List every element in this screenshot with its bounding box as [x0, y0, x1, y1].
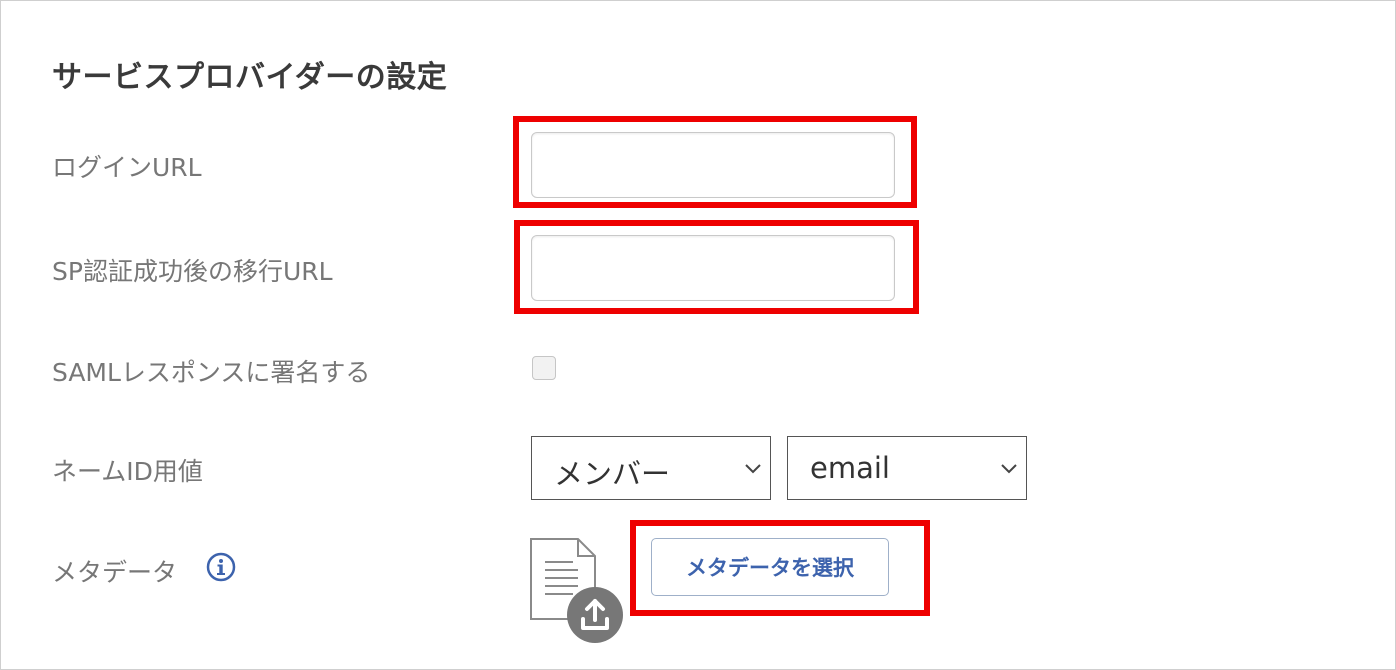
name-id-source-value: メンバー [554, 457, 671, 491]
login-url-input[interactable] [531, 132, 895, 198]
metadata-label: メタデータ [52, 558, 178, 587]
select-metadata-button[interactable]: メタデータを選択 [651, 538, 889, 596]
info-icon[interactable] [206, 552, 236, 582]
chevron-down-icon [745, 464, 761, 474]
sign-saml-checkbox[interactable] [532, 356, 556, 380]
sp-redirect-url-input[interactable] [531, 235, 895, 301]
name-id-label: ネームID用値 [52, 457, 203, 486]
sp-redirect-url-label: SP認証成功後の移行URL [52, 257, 333, 286]
login-url-label: ログインURL [52, 153, 202, 182]
name-id-attribute-select[interactable]: email [787, 436, 1027, 500]
name-id-source-select[interactable]: メンバー [531, 436, 771, 500]
chevron-down-icon [1001, 464, 1017, 474]
upload-icon[interactable] [566, 586, 624, 644]
name-id-attribute-value: email [810, 451, 890, 485]
sign-saml-label: SAMLレスポンスに署名する [52, 358, 371, 387]
section-title: サービスプロバイダーの設定 [52, 60, 448, 95]
